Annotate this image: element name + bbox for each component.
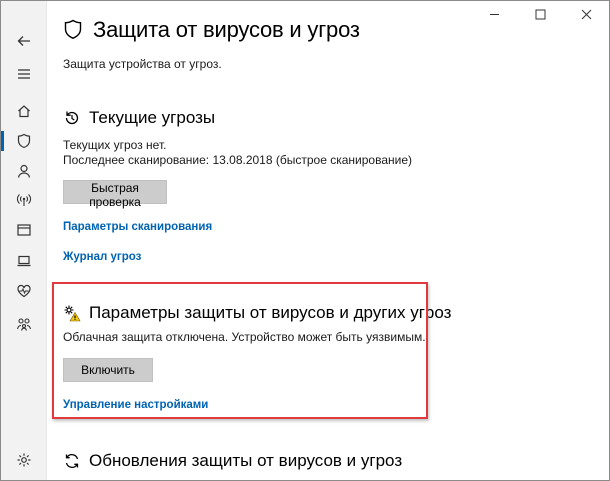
nav-virus-protection[interactable] <box>1 126 47 156</box>
page-title: Защита от вирусов и угроз <box>93 17 360 42</box>
page-subtitle: Защита устройства от угроз. <box>63 57 222 71</box>
gear-icon <box>17 453 31 467</box>
family-icon <box>16 318 32 331</box>
nav-device-health[interactable] <box>1 276 47 306</box>
updates-title: Обновления защиты от вирусов и угроз <box>89 451 403 470</box>
quick-scan-button[interactable]: Быстрая проверка <box>63 180 167 209</box>
nav-firewall[interactable] <box>1 185 47 215</box>
page-header: Защита от вирусов и угроз <box>63 17 360 43</box>
menu-button[interactable] <box>1 59 47 89</box>
back-arrow-icon <box>17 36 30 46</box>
laptop-icon <box>17 255 31 267</box>
threat-history-link[interactable]: Журнал угроз <box>63 251 141 263</box>
nav-rail <box>1 1 47 480</box>
back-button[interactable] <box>1 26 47 56</box>
update-refresh-icon <box>65 453 79 469</box>
nav-account[interactable] <box>1 156 47 186</box>
current-threats-header: Текущие угрозы <box>63 108 215 128</box>
current-threats-title: Текущие угрозы <box>89 108 216 127</box>
updates-header: Обновления защиты от вирусов и угроз <box>63 451 402 471</box>
nav-app-browser[interactable] <box>1 215 47 245</box>
heart-icon <box>17 284 31 298</box>
nav-home[interactable] <box>1 96 47 126</box>
app-browser-icon <box>17 224 31 236</box>
home-icon <box>18 105 30 118</box>
scan-options-link[interactable]: Параметры сканирования <box>63 221 212 233</box>
last-scan-text: Последнее сканирование: 13.08.2018 (быст… <box>63 153 412 167</box>
threats-status: Текущих угроз нет. <box>63 138 167 152</box>
nav-device-security[interactable] <box>1 246 47 276</box>
history-scan-icon <box>65 111 79 125</box>
nav-family-options[interactable] <box>1 309 47 339</box>
wireless-icon <box>17 194 31 206</box>
app-window: Защита от вирусов и угроз Защита устройс… <box>0 0 610 481</box>
hamburger-menu-icon <box>18 69 30 79</box>
nav-settings[interactable] <box>1 445 47 475</box>
person-icon <box>17 164 31 178</box>
shield-icon <box>64 19 82 39</box>
shield-icon <box>17 133 31 149</box>
highlight-frame <box>52 282 428 419</box>
